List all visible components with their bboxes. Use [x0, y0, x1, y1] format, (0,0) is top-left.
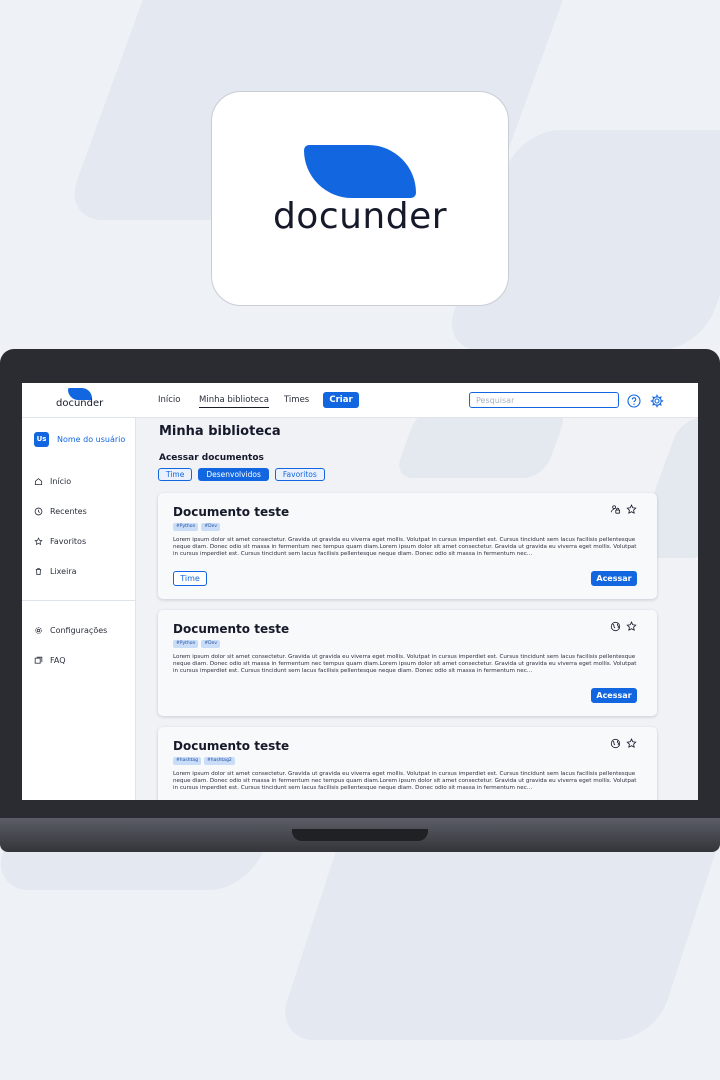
sidebar-item-lixeira[interactable]: Lixeira: [34, 564, 77, 578]
document-description: Lorem ipsum dolor sit amet consectetur. …: [173, 537, 637, 557]
tag[interactable]: #Python: [173, 640, 199, 648]
section-title: Acessar documentos: [159, 453, 264, 463]
tag-list: #Python #Dev: [173, 523, 221, 531]
sidebar-item-recentes[interactable]: Recentes: [34, 504, 87, 518]
sidebar-item-faq[interactable]: FAQ: [34, 653, 66, 667]
sidebar-item-label: Lixeira: [50, 566, 77, 576]
filter-favoritos[interactable]: Favoritos: [274, 468, 325, 481]
sidebar-item-label: Início: [50, 476, 72, 486]
help-icon[interactable]: [627, 393, 641, 408]
document-card[interactable]: Documento teste #hashtag #hashtag2 Lorem…: [158, 727, 657, 800]
sidebar-item-configuracoes[interactable]: Configurações: [34, 623, 107, 637]
sidebar-divider: [22, 600, 136, 601]
sidebar-item-label: Recentes: [50, 506, 87, 516]
page-title: Minha biblioteca: [159, 424, 281, 439]
tag[interactable]: #Dev: [201, 523, 221, 531]
sidebar-item-inicio[interactable]: Início: [34, 474, 71, 488]
tag[interactable]: #hashtag2: [203, 757, 235, 765]
logo-wordmark: docunder: [272, 196, 448, 237]
user-name[interactable]: Nome do usuário: [57, 435, 125, 444]
sidebar-item-label: Favoritos: [50, 536, 87, 546]
team-lock-icon: [610, 505, 621, 514]
tag-list: #Python #Dev: [173, 640, 221, 648]
gear-icon: [35, 626, 42, 634]
filter-time[interactable]: Time: [158, 468, 193, 481]
nav-inicio[interactable]: Início: [158, 395, 181, 405]
team-button[interactable]: Time: [173, 571, 207, 586]
avatar[interactable]: Us: [34, 432, 49, 447]
star-icon[interactable]: [626, 738, 637, 749]
tag-list: #hashtag #hashtag2: [173, 757, 235, 765]
header-logo-text[interactable]: docunder: [56, 398, 103, 409]
create-button[interactable]: Criar: [323, 392, 359, 408]
sidebar: Us Nome do usuário Início Recentes Favor…: [22, 418, 136, 800]
filter-desenvolvidos[interactable]: Desenvolvidos: [198, 468, 269, 481]
star-icon: [34, 536, 43, 545]
filter-bar: Time Desenvolvidos Favoritos: [158, 468, 325, 481]
document-title[interactable]: Documento teste: [173, 505, 289, 519]
logo-card: docunder: [211, 91, 509, 306]
nav-times[interactable]: Times: [284, 395, 309, 405]
tag[interactable]: #Python: [173, 523, 199, 531]
clock-icon: [34, 507, 43, 515]
trash-icon: [35, 567, 42, 575]
background-shape: [393, 418, 569, 478]
laptop-notch: [292, 829, 428, 841]
card-icons: [610, 504, 637, 515]
sidebar-item-label: Configurações: [50, 625, 108, 635]
globe-icon: [610, 621, 621, 632]
document-card[interactable]: Documento teste #Python #Dev Lorem ipsum…: [158, 610, 657, 716]
search-input[interactable]: [469, 392, 619, 408]
sidebar-item-favoritos[interactable]: Favoritos: [34, 534, 86, 548]
access-button[interactable]: Acessar: [591, 688, 637, 703]
app-header: docunder Início Minha biblioteca Times C…: [22, 383, 698, 418]
document-description: Lorem ipsum dolor sit amet consectetur. …: [173, 771, 637, 791]
gear-icon[interactable]: [650, 393, 664, 408]
document-title[interactable]: Documento teste: [173, 622, 289, 636]
star-icon[interactable]: [626, 504, 637, 515]
nav-minha-biblioteca[interactable]: Minha biblioteca: [199, 395, 269, 408]
document-description: Lorem ipsum dolor sit amet consectetur. …: [173, 654, 637, 674]
tag[interactable]: #Dev: [201, 640, 221, 648]
tag[interactable]: #hashtag: [173, 757, 201, 765]
card-icons: [610, 621, 637, 632]
faq-icon: [34, 656, 43, 664]
logo-mark-icon: [304, 145, 416, 198]
sidebar-item-label: FAQ: [50, 655, 66, 665]
main-content: Minha biblioteca Acessar documentos Time…: [136, 418, 698, 800]
access-button[interactable]: Acessar: [591, 571, 637, 586]
star-icon[interactable]: [626, 621, 637, 632]
document-title[interactable]: Documento teste: [173, 739, 289, 753]
globe-icon: [610, 738, 621, 749]
card-icons: [610, 738, 637, 749]
document-card[interactable]: Documento teste #Python #Dev Lorem ipsum…: [158, 493, 657, 599]
home-icon: [34, 477, 43, 485]
app-screen: docunder Início Minha biblioteca Times C…: [22, 383, 698, 800]
